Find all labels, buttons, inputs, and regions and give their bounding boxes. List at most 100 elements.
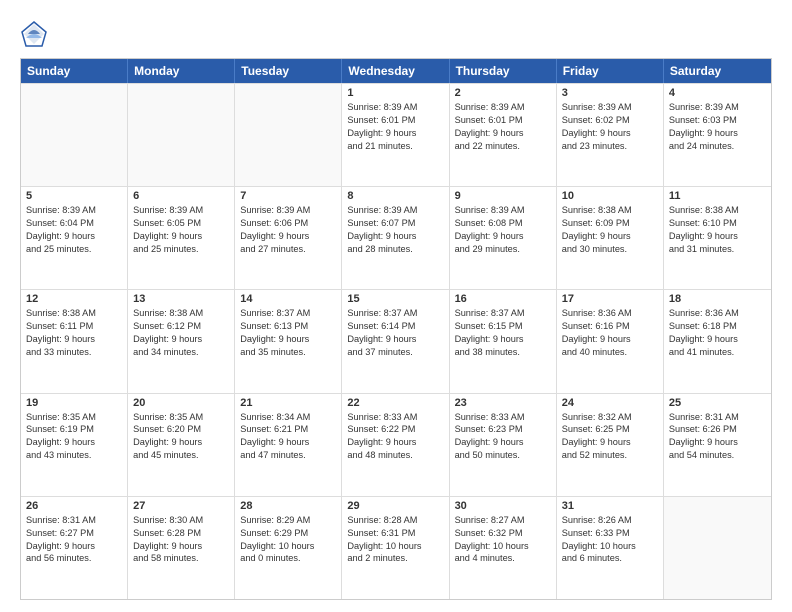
cell-line-3: and 23 minutes. [562, 140, 658, 153]
empty-cell [235, 84, 342, 186]
cell-line-3: and 25 minutes. [133, 243, 229, 256]
cell-line-1: Sunset: 6:04 PM [26, 217, 122, 230]
cell-line-1: Sunset: 6:32 PM [455, 527, 551, 540]
cell-line-1: Sunset: 6:11 PM [26, 320, 122, 333]
cell-line-1: Sunset: 6:31 PM [347, 527, 443, 540]
cell-line-1: Sunset: 6:01 PM [455, 114, 551, 127]
empty-cell [664, 497, 771, 599]
cell-line-3: and 22 minutes. [455, 140, 551, 153]
cell-line-2: Daylight: 9 hours [669, 127, 766, 140]
cell-line-3: and 37 minutes. [347, 346, 443, 359]
day-cell-16: 16Sunrise: 8:37 AMSunset: 6:15 PMDayligh… [450, 290, 557, 392]
cell-line-2: Daylight: 10 hours [347, 540, 443, 553]
day-number: 26 [26, 500, 122, 512]
cell-line-3: and 28 minutes. [347, 243, 443, 256]
day-cell-8: 8Sunrise: 8:39 AMSunset: 6:07 PMDaylight… [342, 187, 449, 289]
day-number: 21 [240, 397, 336, 409]
cell-line-0: Sunrise: 8:36 AM [669, 307, 766, 320]
day-number: 7 [240, 190, 336, 202]
day-cell-1: 1Sunrise: 8:39 AMSunset: 6:01 PMDaylight… [342, 84, 449, 186]
cell-line-0: Sunrise: 8:39 AM [347, 204, 443, 217]
day-header-friday: Friday [557, 59, 664, 83]
cell-line-3: and 29 minutes. [455, 243, 551, 256]
cell-line-0: Sunrise: 8:29 AM [240, 514, 336, 527]
cell-line-2: Daylight: 9 hours [240, 230, 336, 243]
page: SundayMondayTuesdayWednesdayThursdayFrid… [0, 0, 792, 612]
cell-line-1: Sunset: 6:14 PM [347, 320, 443, 333]
cell-line-2: Daylight: 9 hours [133, 333, 229, 346]
cell-line-0: Sunrise: 8:31 AM [669, 411, 766, 424]
week-row-3: 12 Sunrise: 8:38 AMSunset: 6:11 PM Dayligh… [21, 289, 771, 392]
cell-line-1: Sunset: 6:09 PM [562, 217, 658, 230]
cell-line-3: and 24 minutes. [669, 140, 766, 153]
cell-line-1: Sunset: 6:07 PM [347, 217, 443, 230]
day-number: 30 [455, 500, 551, 512]
cell-line-1: Sunset: 6:01 PM [347, 114, 443, 127]
cell-line-2: Daylight: 9 hours [562, 230, 658, 243]
cell-line-3: and 30 minutes. [562, 243, 658, 256]
cell-line-2: Daylight: 9 hours [347, 230, 443, 243]
calendar-body: 1Sunrise: 8:39 AMSunset: 6:01 PMDaylight… [21, 83, 771, 599]
cell-line-3: and 6 minutes. [562, 552, 658, 565]
cell-line-0: Sunrise: 8:38 AM [26, 307, 122, 320]
cell-line-2: Daylight: 9 hours [669, 436, 766, 449]
day-cell-25: 25Sunrise: 8:31 AMSunset: 6:26 PMDayligh… [664, 394, 771, 496]
day-cell-23: 23Sunrise: 8:33 AMSunset: 6:23 PMDayligh… [450, 394, 557, 496]
cell-line-0: Sunrise: 8:39 AM [669, 101, 766, 114]
day-number: 6 [133, 190, 229, 202]
cell-line-2: Daylight: 9 hours [133, 436, 229, 449]
cell-line-1: Sunset: 6:19 PM [26, 423, 122, 436]
cell-line-2: Daylight: 9 hours [26, 230, 122, 243]
week-row-5: 26 Sunrise: 8:31 AMSunset: 6:27 PM Dayligh… [21, 496, 771, 599]
cell-line-0: Sunrise: 8:37 AM [455, 307, 551, 320]
cell-line-0: Sunrise: 8:38 AM [669, 204, 766, 217]
cell-line-2: Daylight: 9 hours [455, 230, 551, 243]
day-number: 23 [455, 397, 551, 409]
day-cell-27: 27Sunrise: 8:30 AMSunset: 6:28 PMDayligh… [128, 497, 235, 599]
cell-line-0: Sunrise: 8:31 AM [26, 514, 122, 527]
day-cell-20: 20Sunrise: 8:35 AMSunset: 6:20 PMDayligh… [128, 394, 235, 496]
day-header-wednesday: Wednesday [342, 59, 449, 83]
day-cell-4: 4Sunrise: 8:39 AMSunset: 6:03 PMDaylight… [664, 84, 771, 186]
cell-line-3: and 38 minutes. [455, 346, 551, 359]
cell-line-1: Sunset: 6:16 PM [562, 320, 658, 333]
cell-line-3: and 58 minutes. [133, 552, 229, 565]
day-number: 2 [455, 87, 551, 99]
day-cell-29: 29Sunrise: 8:28 AMSunset: 6:31 PMDayligh… [342, 497, 449, 599]
empty-cell [21, 84, 128, 186]
cell-line-0: Sunrise: 8:30 AM [133, 514, 229, 527]
cell-line-0: Sunrise: 8:38 AM [562, 204, 658, 217]
cell-line-1: Sunset: 6:21 PM [240, 423, 336, 436]
day-number: 24 [562, 397, 658, 409]
day-header-tuesday: Tuesday [235, 59, 342, 83]
cell-line-2: Daylight: 10 hours [455, 540, 551, 553]
cell-line-3: and 35 minutes. [240, 346, 336, 359]
header [20, 16, 772, 48]
cell-line-2: Daylight: 9 hours [26, 436, 122, 449]
day-number: 4 [669, 87, 766, 99]
day-number: 22 [347, 397, 443, 409]
cell-line-0: Sunrise: 8:39 AM [133, 204, 229, 217]
cell-line-0: Sunrise: 8:39 AM [240, 204, 336, 217]
day-cell-9: 9Sunrise: 8:39 AMSunset: 6:08 PMDaylight… [450, 187, 557, 289]
calendar: SundayMondayTuesdayWednesdayThursdayFrid… [20, 58, 772, 600]
cell-line-2: Daylight: 9 hours [669, 333, 766, 346]
cell-line-1: Sunset: 6:27 PM [26, 527, 122, 540]
day-number: 12 [26, 293, 122, 305]
cell-line-2: Daylight: 9 hours [562, 436, 658, 449]
cell-line-1: Sunset: 6:23 PM [455, 423, 551, 436]
cell-line-0: Sunrise: 8:37 AM [347, 307, 443, 320]
day-cell-31: 31Sunrise: 8:26 AMSunset: 6:33 PMDayligh… [557, 497, 664, 599]
cell-line-2: Daylight: 9 hours [455, 436, 551, 449]
day-number: 28 [240, 500, 336, 512]
cell-line-2: Daylight: 9 hours [347, 333, 443, 346]
cell-line-0: Sunrise: 8:28 AM [347, 514, 443, 527]
cell-line-3: and 41 minutes. [669, 346, 766, 359]
week-row-2: 5Sunrise: 8:39 AMSunset: 6:04 PMDaylight… [21, 186, 771, 289]
day-cell-10: 10Sunrise: 8:38 AMSunset: 6:09 PMDayligh… [557, 187, 664, 289]
cell-line-0: Sunrise: 8:39 AM [347, 101, 443, 114]
cell-line-2: Daylight: 10 hours [240, 540, 336, 553]
cell-line-3: and 56 minutes. [26, 552, 122, 565]
day-cell-17: 17Sunrise: 8:36 AMSunset: 6:16 PMDayligh… [557, 290, 664, 392]
cell-line-3: and 50 minutes. [455, 449, 551, 462]
